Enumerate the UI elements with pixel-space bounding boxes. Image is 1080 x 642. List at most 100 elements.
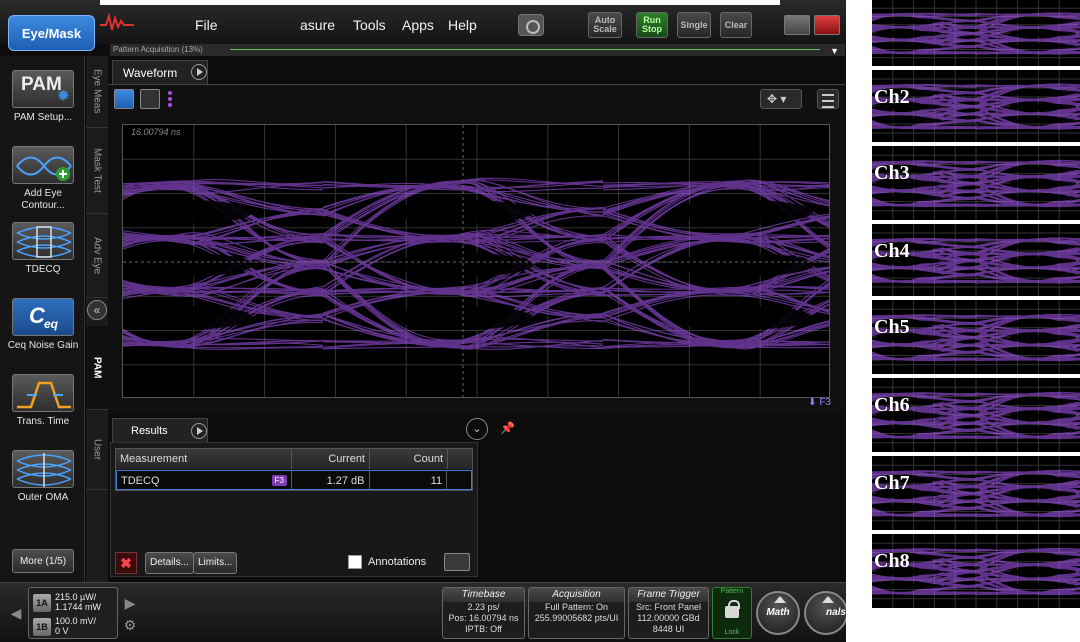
eye-opening xyxy=(1009,476,1077,483)
tool-label: TDECQ xyxy=(25,264,61,275)
menu-file[interactable]: File xyxy=(195,17,218,33)
gear-icon: ✹ xyxy=(56,88,70,105)
screenshot-camera-icon[interactable] xyxy=(518,14,544,36)
pattern-lock-button[interactable]: Pattern Lock xyxy=(712,587,752,639)
menu-tools[interactable]: Tools xyxy=(353,17,386,33)
eye-opening xyxy=(1009,334,1077,341)
channel-label: Ch5 xyxy=(874,316,910,338)
channel-1b-badge[interactable]: 1B xyxy=(33,618,51,636)
acquisition-label: Pattern Acquisition xyxy=(113,45,180,54)
eye-mask-button[interactable]: Eye/Mask xyxy=(8,15,95,51)
add-eye-contour-tool[interactable]: Add Eye Contour... xyxy=(4,146,82,212)
acquisition-full-pattern: Full Pattern: On xyxy=(544,602,609,612)
delete-icon[interactable]: ✖ xyxy=(115,552,137,574)
function-badge: F3 xyxy=(271,475,287,486)
single-button[interactable]: Single xyxy=(677,12,711,38)
close-icon[interactable] xyxy=(814,15,840,35)
acquisition-dropdown-icon[interactable]: ▼ xyxy=(830,45,839,57)
pam-eye-icon xyxy=(16,226,72,258)
row-spacer xyxy=(447,471,471,489)
results-header: Measurement Current Count xyxy=(116,449,472,469)
tab-pam[interactable]: PAM xyxy=(86,326,108,410)
eye-opening xyxy=(875,30,943,37)
signals-button[interactable]: nals xyxy=(804,591,848,635)
move-icon[interactable]: ✥ ▾ xyxy=(760,89,802,109)
tab-waveform[interactable]: Waveform xyxy=(112,60,208,84)
menu-measure[interactable]: asure xyxy=(300,17,335,33)
tool-label: Trans. Time xyxy=(16,416,70,427)
math-button[interactable]: Math xyxy=(756,591,800,635)
eye-opening xyxy=(1009,89,1077,96)
eye-opening xyxy=(1009,426,1077,434)
multi-grid-icon[interactable] xyxy=(140,89,160,109)
count-cell: 11 xyxy=(370,471,448,489)
gear-icon[interactable]: ⚙ xyxy=(120,615,140,635)
eye-opening xyxy=(875,43,943,50)
more-tools-button[interactable]: More (1/5) xyxy=(12,549,74,573)
tab-mask-test[interactable]: Mask Test xyxy=(86,128,108,214)
status-bar: ◀ 1A 215.0 µW/ 1.1744 mW 1B 100.0 mV/ 0 … xyxy=(0,582,860,642)
channel-label: Ch3 xyxy=(874,162,910,184)
play-icon[interactable] xyxy=(191,64,207,80)
eye-opening xyxy=(1009,103,1077,110)
column-header[interactable]: Count xyxy=(370,449,448,469)
hamburger-menu-icon[interactable] xyxy=(817,89,839,109)
frame-trigger-box[interactable]: Frame Trigger Src: Front Panel 112.00000… xyxy=(628,587,709,639)
pam-setup-tool[interactable]: PAM ✹ PAM Setup... xyxy=(4,70,82,124)
column-header[interactable]: Current xyxy=(292,449,370,469)
acquisition-box[interactable]: Acquisition Full Pattern: On 255.9900568… xyxy=(528,587,625,639)
ceq-noise-gain-tool[interactable]: C eq Ceq Noise Gain xyxy=(4,298,82,352)
eye-opening xyxy=(1009,271,1077,278)
eye-opening xyxy=(875,194,943,202)
play-icon[interactable] xyxy=(191,423,207,439)
timebase-box[interactable]: Timebase 2.23 ps/ Pos: 16.00794 ns IPTB:… xyxy=(442,587,525,639)
auto-scale-button[interactable]: Auto Scale xyxy=(588,12,622,38)
scroll-right-icon[interactable]: ▶ xyxy=(120,591,140,615)
timestamp-label: 16.00794 ns xyxy=(131,127,181,137)
trigger-length: 8448 UI xyxy=(652,624,685,634)
pin-icon[interactable]: 📌 xyxy=(500,421,515,435)
run-stop-button[interactable]: Run Stop xyxy=(636,12,668,38)
rise-fall-icon xyxy=(17,381,71,409)
eye-diagram-graticule: 16.00794 ns xyxy=(122,124,830,398)
menu-apps[interactable]: Apps xyxy=(402,17,434,33)
single-grid-icon[interactable] xyxy=(114,89,134,109)
tool-label: Outer OMA xyxy=(17,492,69,503)
channel-settings-box[interactable]: 1A 215.0 µW/ 1.1744 mW 1B 100.0 mV/ 0 V xyxy=(28,587,118,639)
chevron-down-icon[interactable]: ⌄ xyxy=(466,418,488,440)
eye-opening xyxy=(1009,117,1077,124)
tab-results[interactable]: Results xyxy=(112,418,208,442)
clear-button[interactable]: Clear xyxy=(720,12,752,38)
tab-label: Eye Meas xyxy=(91,69,103,114)
trigger-rate: 112.00000 GBd xyxy=(637,613,700,623)
eye-opening xyxy=(1009,398,1077,405)
tab-adv-eye[interactable]: Adv Eye xyxy=(86,214,108,298)
tab-eye-meas[interactable]: Eye Meas xyxy=(86,56,108,128)
more-options-icon[interactable] xyxy=(168,91,172,109)
f3-marker[interactable]: ⬇ F3 xyxy=(808,397,831,408)
tab-user[interactable]: User xyxy=(86,410,108,490)
eye-diagram-icon xyxy=(16,156,72,181)
annotations-checkbox[interactable] xyxy=(348,555,362,569)
timebase-title: Timebase xyxy=(443,588,524,602)
channel-1a-badge[interactable]: 1A xyxy=(33,594,51,612)
oscilloscope-app: File asure Tools Apps Help Auto Scale Ru… xyxy=(0,0,860,642)
menu-help[interactable]: Help xyxy=(448,17,477,33)
table-view-icon[interactable] xyxy=(444,553,470,571)
scroll-left-icon[interactable]: ◀ xyxy=(6,591,26,635)
table-row[interactable]: TDECQ F3 1.27 dB 11 xyxy=(116,470,472,490)
channel-label: Ch6 xyxy=(874,394,910,416)
acquisition-title: Acquisition xyxy=(529,588,624,602)
tab-label: PAM xyxy=(91,356,103,379)
transition-time-tool[interactable]: Trans. Time xyxy=(4,374,82,428)
outer-oma-tool[interactable]: Outer OMA xyxy=(4,450,82,504)
limits-button[interactable]: Limits... xyxy=(193,552,238,574)
minimize-icon[interactable] xyxy=(784,15,810,35)
lock-icon xyxy=(725,600,740,618)
tdecq-tool[interactable]: TDECQ xyxy=(4,222,82,276)
tab-label: Adv Eye xyxy=(91,236,103,275)
acquisition-trace xyxy=(230,49,820,50)
column-header[interactable]: Measurement xyxy=(116,449,292,469)
collapse-panel-icon[interactable]: « xyxy=(87,300,107,320)
details-button[interactable]: Details... xyxy=(145,552,194,574)
